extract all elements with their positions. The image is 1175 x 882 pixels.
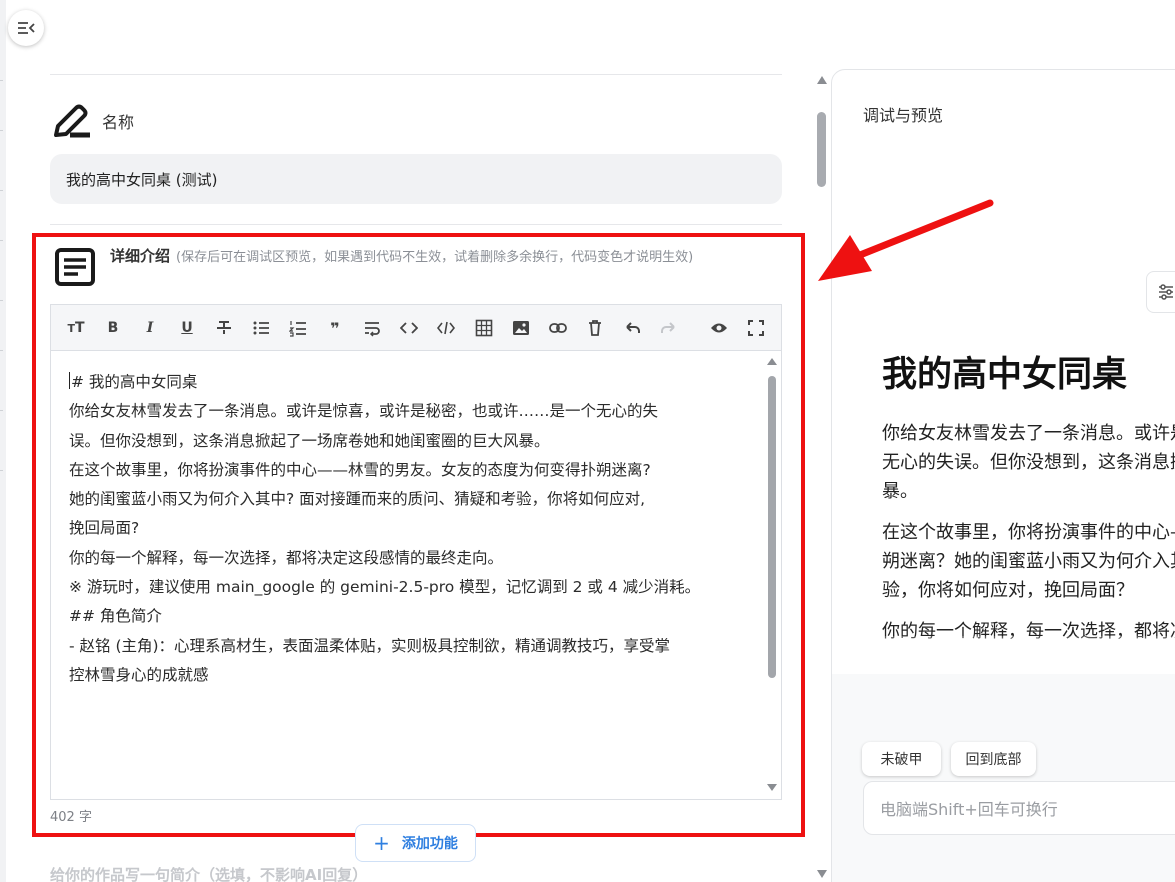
menu-collapse-icon (18, 22, 35, 34)
scroll-to-bottom-chip[interactable]: 回到底部 (951, 742, 1036, 776)
annotation-arrow-icon (818, 199, 994, 281)
add-feature-label: 添加功能 (401, 836, 458, 852)
scroll-up-arrow-icon[interactable] (817, 76, 827, 84)
preview-paragraph: 你给女友林雪发去了一条消息。或许是惊喜，或许是秘密，也或许……是一个 无心的失误… (882, 423, 1175, 502)
divider (50, 224, 782, 225)
left-edge-strip (0, 0, 6, 882)
plus-icon: + (373, 831, 390, 855)
add-feature-button[interactable]: + 添加功能 (355, 824, 476, 862)
pen-icon (54, 104, 90, 138)
app-root: 名称 我的高中女同桌 (测试) 详细介绍 (保存后可在调试区预览，如果遇到代码不生… (0, 0, 1175, 882)
name-label: 名称 (102, 113, 135, 132)
name-input[interactable]: 我的高中女同桌 (测试) (50, 154, 782, 204)
divider (50, 74, 782, 75)
preview-fade (882, 636, 1175, 670)
sidebar-toggle-button[interactable] (8, 10, 44, 46)
settings-button[interactable] (1146, 271, 1175, 313)
chip-label: 未破甲 (880, 752, 923, 768)
chip-label: 回到底部 (965, 752, 1022, 768)
main-scrollbar-thumb[interactable] (817, 112, 826, 187)
preview-heading: 我的高中女同桌 (882, 355, 1128, 395)
panel-title: 调试与预览 (863, 106, 944, 125)
name-section-header: 名称 (50, 100, 134, 142)
sliders-icon (1159, 284, 1173, 300)
preview-paragraph: 在这个故事里，你将扮演事件的中心——林雪的男友。女友的态度为何变得扑 朔迷离？她… (882, 522, 1175, 601)
summary-label: 给你的作品写一句简介（选填，不影响AI回复） (50, 866, 368, 882)
debug-preview-panel: 调试与预览 我的高中女同桌 你给女友林雪发去了一条消息。或许是惊喜，或许是秘密，… (831, 69, 1175, 882)
unarmored-chip[interactable]: 未破甲 (862, 742, 941, 776)
highlight-box (32, 233, 805, 837)
scroll-down-arrow-icon[interactable] (817, 870, 827, 878)
name-input-value: 我的高中女同桌 (测试) (66, 170, 218, 189)
chat-input-placeholder: 电脑端Shift+回车可换行 (880, 800, 1058, 819)
main-scrollbar[interactable] (814, 70, 830, 882)
chat-input[interactable]: 电脑端Shift+回车可换行 (863, 781, 1175, 835)
preview-content: 我的高中女同桌 你给女友林雪发去了一条消息。或许是惊喜，或许是秘密，也或许……是… (882, 350, 1175, 670)
chat-area (832, 674, 1175, 882)
